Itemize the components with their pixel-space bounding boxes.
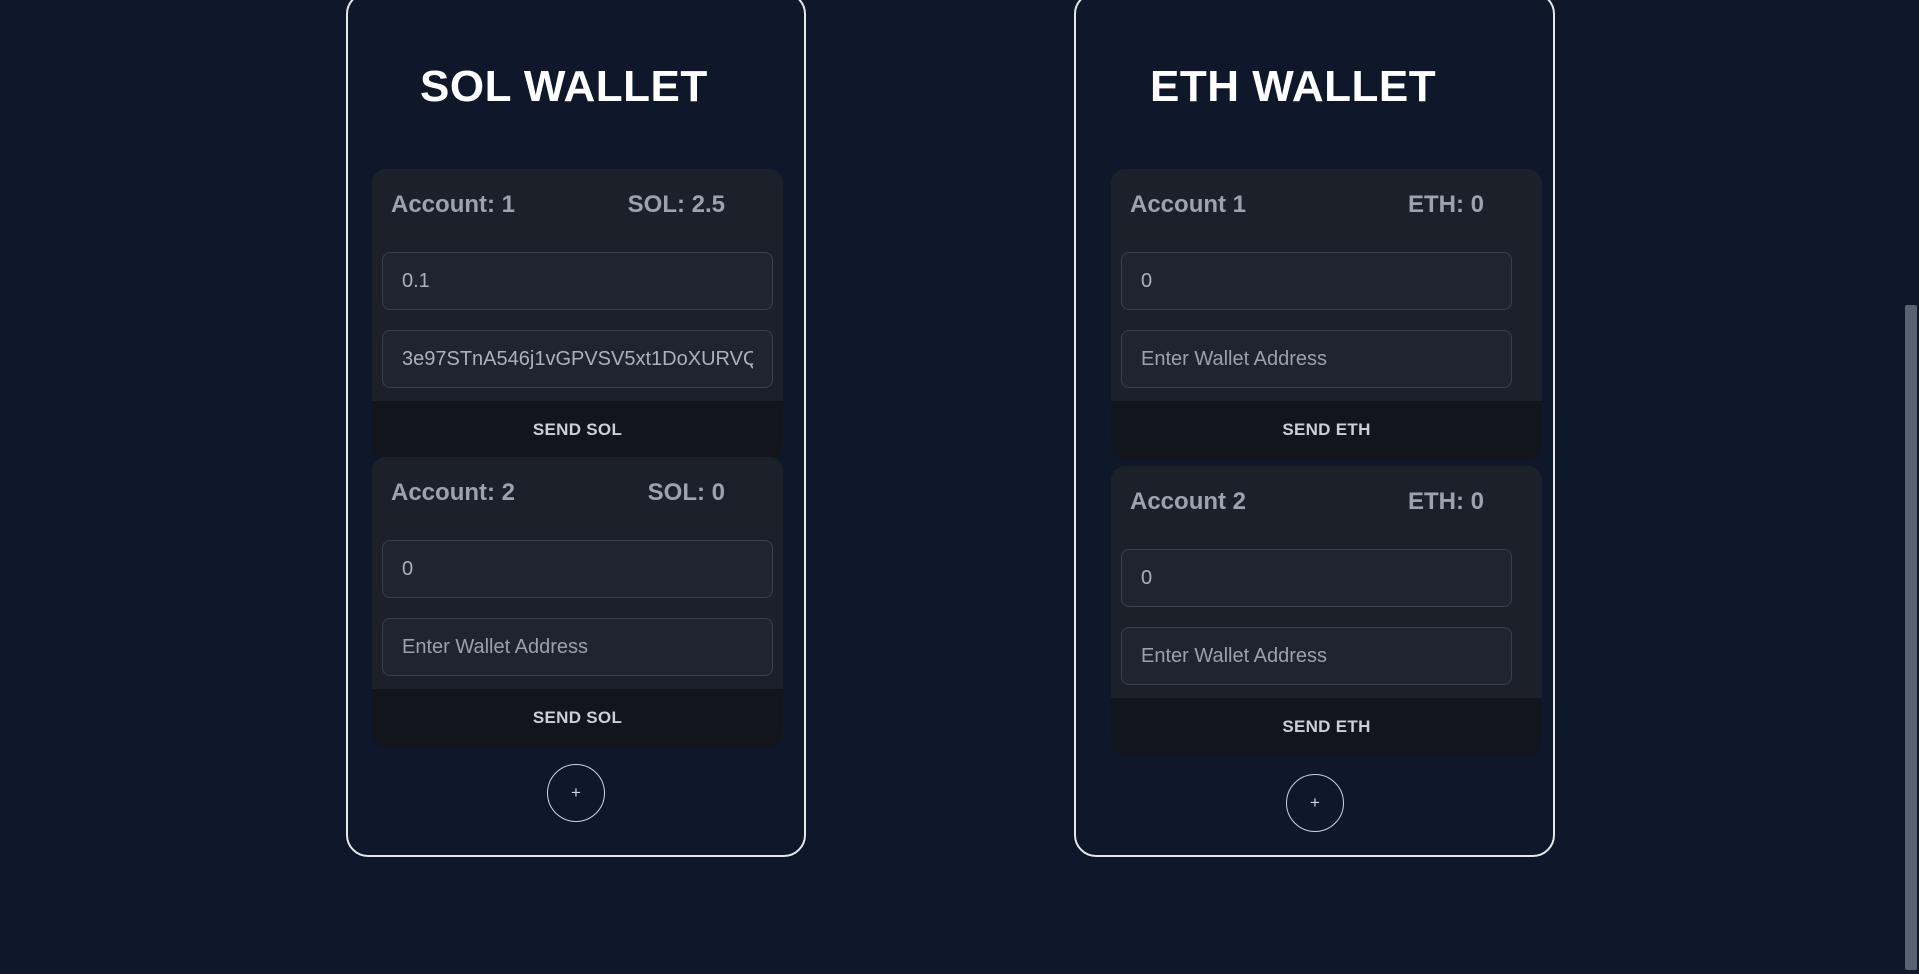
sol-add-account-button[interactable]: + [547, 764, 605, 822]
eth-account-1-send-button[interactable]: SEND ETH [1111, 401, 1542, 459]
eth-account-1-amount-input[interactable] [1121, 252, 1512, 310]
sol-account-2-send-button[interactable]: SEND SOL [372, 689, 783, 747]
eth-account-2-name: Account 2 [1130, 488, 1247, 515]
sol-account-2-card: Account: 2 SOL: 0 SEND SOL [372, 457, 783, 747]
eth-account-1-address-input[interactable] [1121, 330, 1512, 388]
eth-wallet-title: ETH WALLET [1150, 62, 1437, 111]
sol-account-1-amount-input[interactable] [382, 252, 773, 310]
eth-account-1-card: Account 1 ETH: 0 SEND ETH [1111, 169, 1542, 459]
sol-account-2-balance: SOL: 0 [647, 479, 725, 506]
eth-account-2-send-button[interactable]: SEND ETH [1111, 698, 1542, 756]
sol-account-2-name: Account: 2 [391, 479, 516, 506]
sol-account-1-card: Account: 1 SOL: 2.5 SEND SOL [372, 169, 783, 459]
sol-account-1-address-input[interactable] [382, 330, 773, 388]
eth-account-2-amount-input[interactable] [1121, 549, 1512, 607]
eth-account-1-name: Account 1 [1130, 191, 1247, 218]
sol-account-1-name: Account: 1 [391, 191, 516, 218]
scrollbar-thumb[interactable] [1905, 305, 1917, 970]
sol-wallet-title: SOL WALLET [420, 62, 708, 111]
vertical-scrollbar[interactable] [1903, 0, 1919, 974]
sol-wallet-card: SOL WALLET Account: 1 SOL: 2.5 SEND SOL … [346, 0, 806, 857]
eth-account-1-balance: ETH: 0 [1407, 191, 1484, 218]
eth-account-2-balance: ETH: 0 [1407, 488, 1484, 515]
sol-account-1-send-button[interactable]: SEND SOL [372, 401, 783, 459]
sol-account-1-balance: SOL: 2.5 [627, 191, 725, 218]
sol-account-2-amount-input[interactable] [382, 540, 773, 598]
eth-account-2-card: Account 2 ETH: 0 SEND ETH [1111, 466, 1542, 756]
page: SOL WALLET Account: 1 SOL: 2.5 SEND SOL … [0, 0, 1919, 974]
eth-account-2-address-input[interactable] [1121, 627, 1512, 685]
eth-add-account-button[interactable]: + [1286, 774, 1344, 832]
sol-account-2-address-input[interactable] [382, 618, 773, 676]
eth-wallet-card: ETH WALLET Account 1 ETH: 0 SEND ETH Acc… [1074, 0, 1555, 857]
